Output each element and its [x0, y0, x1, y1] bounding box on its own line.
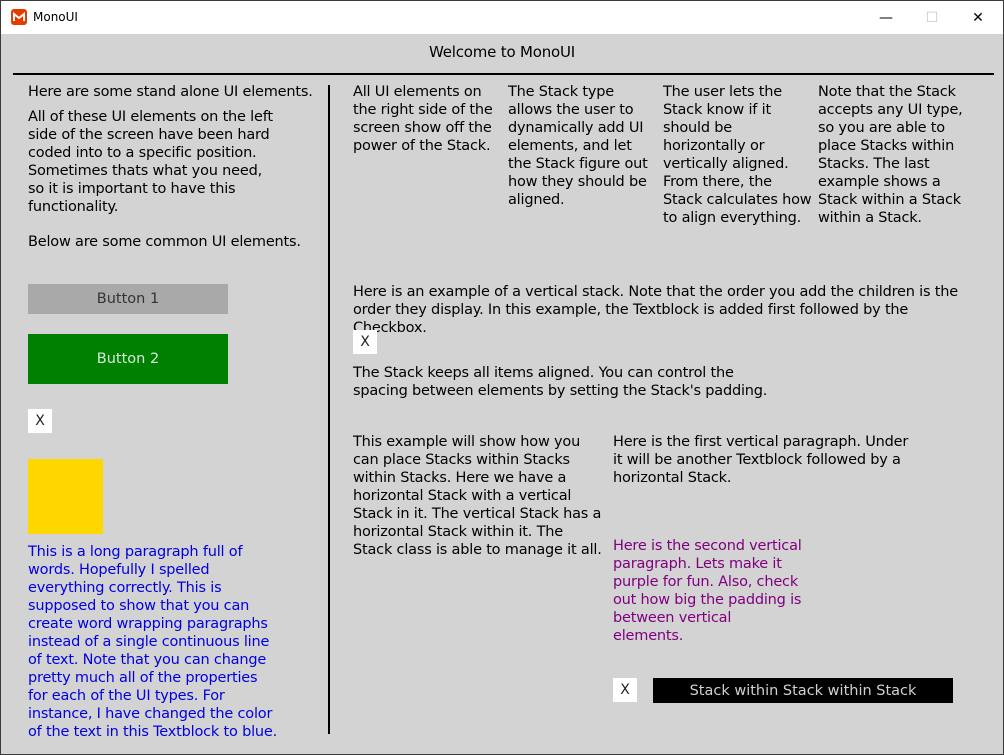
button-1[interactable]: Button 1: [28, 284, 228, 314]
stack-aligned-note: The Stack keeps all items aligned. You c…: [353, 365, 768, 399]
close-button[interactable]: ✕: [955, 1, 1001, 34]
button-2[interactable]: Button 2: [28, 334, 228, 384]
stack-column-1: All UI elements on the right side of the…: [353, 84, 493, 154]
header-divider: [13, 73, 994, 75]
left-intro-text: Here are some stand alone UI elements.: [28, 84, 313, 100]
vertical-stack-checkbox[interactable]: X: [353, 330, 377, 354]
maximize-icon: ☐: [925, 9, 939, 26]
left-paragraph: All of these UI elements on the left sid…: [28, 109, 273, 215]
stack-column-4: Note that the Stack accepts any UI type,…: [818, 84, 963, 226]
minimize-button[interactable]: —: [863, 1, 909, 34]
inner-stack-checkbox[interactable]: X: [613, 678, 637, 702]
stack-column-3: The user lets the Stack know if it shoul…: [663, 84, 812, 226]
left-common-elements-text: Below are some common UI elements.: [28, 234, 301, 250]
purple-paragraph: Here is the second vertical paragraph. L…: [613, 538, 802, 644]
column-divider: [328, 85, 330, 734]
close-icon: ✕: [972, 9, 984, 26]
nested-stack-text: This example will show how you can place…: [353, 434, 602, 558]
monoui-window: MonoUI — ☐ ✕ Welcome to MonoUI Here are …: [0, 0, 1004, 755]
stack-column-2: The Stack type allows the user to dynami…: [508, 84, 648, 208]
blue-paragraph: This is a long paragraph full of words. …: [28, 544, 278, 740]
first-vertical-paragraph: Here is the first vertical paragraph. Un…: [613, 434, 909, 486]
left-checkbox[interactable]: X: [28, 409, 52, 433]
window-title: MonoUI: [33, 10, 78, 24]
app-client-area: Welcome to MonoUI Here are some stand al…: [1, 34, 1003, 754]
title-bar[interactable]: MonoUI — ☐ ✕: [1, 1, 1003, 34]
monogame-logo-icon: [11, 9, 27, 25]
yellow-box: [28, 459, 103, 534]
minimize-icon: —: [879, 9, 893, 26]
stack-within-stack-button[interactable]: Stack within Stack within Stack: [653, 678, 953, 703]
page-title: Welcome to MonoUI: [428, 43, 575, 61]
vertical-stack-text: Here is an example of a vertical stack. …: [353, 284, 958, 336]
maximize-button[interactable]: ☐: [909, 1, 955, 34]
